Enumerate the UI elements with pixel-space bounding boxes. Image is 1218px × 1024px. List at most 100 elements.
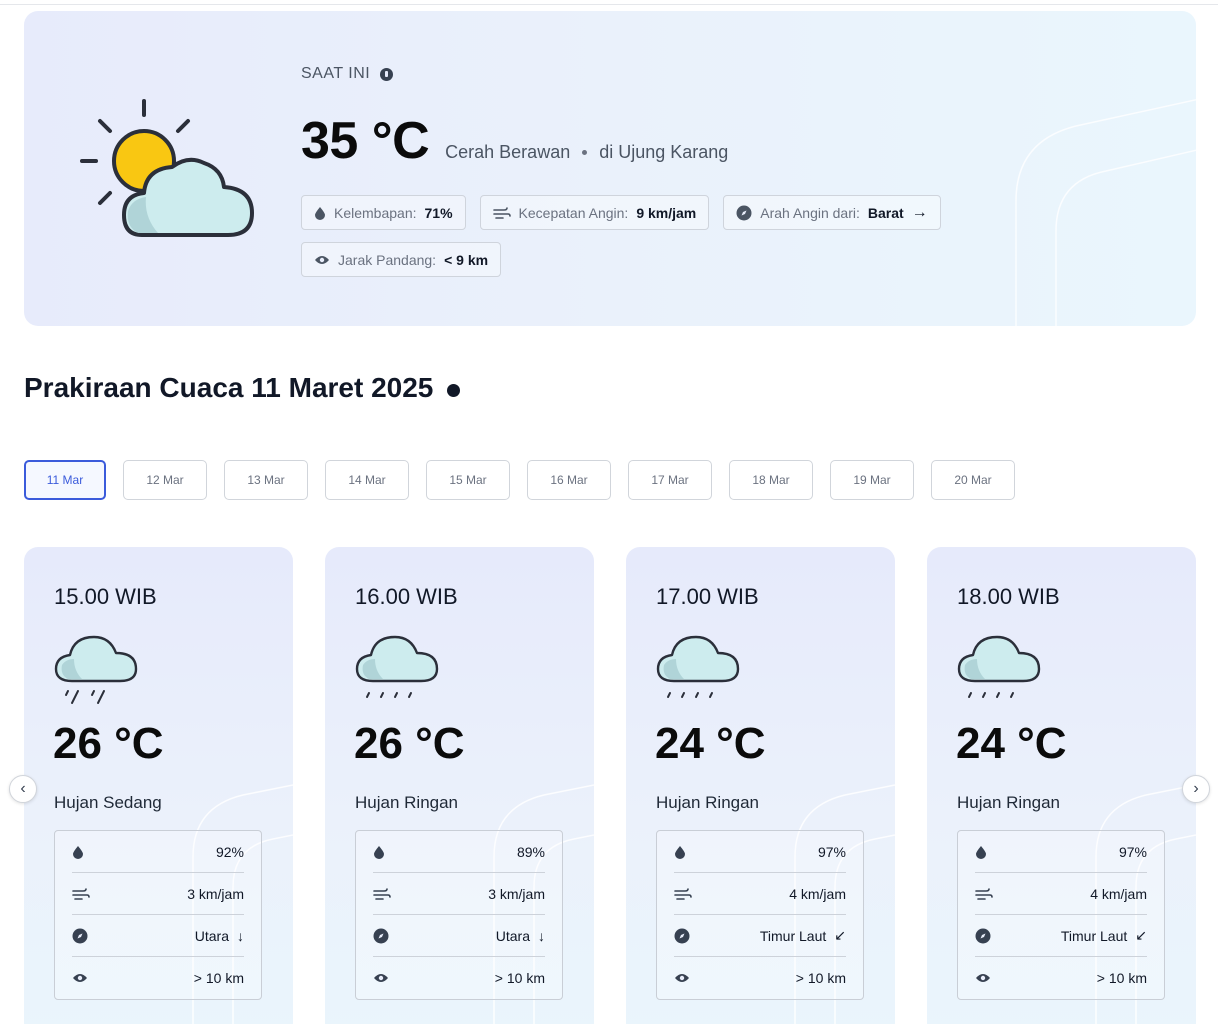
eye-icon: [73, 974, 87, 982]
eye-icon: [315, 255, 329, 264]
wind-speed-value: 3 km/jam: [488, 885, 545, 902]
forecast-cards: 15.00 WIB 26 °C Hujan Sedang 92% 3 km/ja…: [24, 547, 1196, 1024]
arrow-down-icon: ↓: [538, 927, 545, 944]
current-weather-panel: SAAT INI 35 °C Cerah Berawan di Ujung Kar…: [24, 11, 1196, 326]
date-tab[interactable]: 11 Mar: [24, 460, 106, 500]
date-tab[interactable]: 16 Mar: [527, 460, 611, 500]
forecast-condition: Hujan Ringan: [355, 793, 459, 812]
droplet-icon: [315, 206, 325, 220]
arrow-down-left-icon: ↙: [834, 927, 846, 943]
light-rain-cloud-icon: [957, 635, 1041, 698]
current-temperature: 35 °C: [301, 112, 430, 170]
wind-speed-row: 4 km/jam: [975, 873, 1147, 915]
wind-icon: [674, 887, 692, 900]
forecast-temperature: 24 °C: [655, 719, 766, 768]
current-label-text: SAAT INI: [301, 65, 371, 82]
compass-icon: [373, 928, 389, 943]
visibility-value: > 10 km: [193, 970, 244, 986]
forecast-time: 18.00 WIB: [957, 584, 1060, 609]
wind-icon: [492, 206, 511, 219]
droplet-icon: [73, 845, 83, 859]
wind-icon: [72, 887, 90, 900]
wind-speed-value: 9 km/jam: [636, 204, 697, 221]
wind-direction-row: Timur Laut ↙: [975, 915, 1147, 957]
wind-speed-value: 4 km/jam: [1090, 885, 1147, 902]
forecast-title-text: Prakiraan Cuaca 11 Maret 2025: [24, 372, 434, 403]
date-tab[interactable]: 18 Mar: [729, 460, 813, 500]
light-rain-cloud-icon: [355, 635, 439, 698]
current-temperature-row: 35 °C Cerah Berawan di Ujung Karang: [301, 111, 728, 171]
chevron-left-icon: ‹: [20, 780, 26, 797]
visibility-value: < 9 km: [444, 251, 489, 268]
humidity-value: 97%: [817, 843, 846, 860]
humidity-value: 92%: [215, 843, 244, 860]
current-condition-line: Cerah Berawan di Ujung Karang: [445, 142, 728, 163]
wind-direction-row: Utara ↓: [373, 915, 545, 957]
info-icon[interactable]: [447, 383, 461, 397]
current-location: di Ujung Karang: [599, 142, 729, 162]
forecast-details: 89% 3 km/jam Utara ↓ > 10 km: [355, 830, 563, 1000]
date-tab[interactable]: 12 Mar: [123, 460, 207, 500]
forecast-condition: Hujan Sedang: [54, 793, 162, 812]
forecast-condition: Hujan Ringan: [957, 793, 1061, 812]
wind-direction-value: Utara: [495, 927, 530, 944]
visibility-label: Jarak Pandang:: [338, 251, 437, 268]
forecast-card: 15.00 WIB 26 °C Hujan Sedang 92% 3 km/ja…: [24, 547, 293, 1024]
compass-icon: [674, 928, 690, 943]
compass-icon: [72, 928, 88, 943]
visibility-chip: Jarak Pandang: < 9 km: [301, 242, 502, 277]
forecast-details: 97% 4 km/jam Timur Laut ↙ > 10 km: [656, 830, 864, 1000]
forecast-time: 17.00 WIB: [656, 584, 759, 609]
wind-speed-row: 4 km/jam: [674, 873, 846, 915]
sun-cloud-icon: [80, 99, 254, 237]
forecast-card: 17.00 WIB 24 °C Hujan Ringan 97% 4 km/ja…: [626, 547, 895, 1024]
light-rain-cloud-icon: [656, 635, 740, 698]
forecast-temperature: 26 °C: [53, 719, 164, 768]
forecast-time: 15.00 WIB: [54, 584, 157, 609]
wind-direction-label: Arah Angin dari:: [760, 204, 860, 221]
visibility-value: > 10 km: [1096, 970, 1147, 986]
wind-icon: [975, 887, 993, 900]
visibility-row: > 10 km: [975, 957, 1147, 999]
humidity-row: 89%: [373, 831, 545, 873]
wind-speed-value: 3 km/jam: [187, 885, 244, 902]
wind-direction-row: Utara ↓: [72, 915, 244, 957]
wind-direction-value: Timur Laut: [1060, 927, 1128, 944]
date-tab[interactable]: 17 Mar: [628, 460, 712, 500]
humidity-chip: Kelembapan: 71%: [301, 195, 466, 230]
forecast-details: 97% 4 km/jam Timur Laut ↙ > 10 km: [957, 830, 1165, 1000]
carousel-prev-button[interactable]: ‹: [9, 775, 37, 803]
date-tabs: 11 Mar 12 Mar 13 Mar 14 Mar 15 Mar 16 Ma…: [24, 460, 1015, 500]
current-label: SAAT INI: [301, 65, 394, 83]
visibility-value: > 10 km: [494, 970, 545, 986]
date-tab[interactable]: 14 Mar: [325, 460, 409, 500]
droplet-icon: [675, 845, 685, 859]
humidity-value: 71%: [424, 204, 453, 221]
date-tab[interactable]: 13 Mar: [224, 460, 308, 500]
wind-direction-value: Utara: [194, 927, 229, 944]
humidity-value: 89%: [516, 843, 545, 860]
droplet-icon: [374, 845, 384, 859]
visibility-row: > 10 km: [373, 957, 545, 999]
compass-icon: [736, 205, 752, 220]
visibility-row: > 10 km: [674, 957, 846, 999]
humidity-row: 97%: [975, 831, 1147, 873]
visibility-row: > 10 km: [72, 957, 244, 999]
eye-icon: [976, 974, 990, 982]
date-tab[interactable]: 20 Mar: [931, 460, 1015, 500]
forecast-time: 16.00 WIB: [355, 584, 458, 609]
date-tab[interactable]: 15 Mar: [426, 460, 510, 500]
date-tab[interactable]: 19 Mar: [830, 460, 914, 500]
carousel-next-button[interactable]: ›: [1182, 775, 1210, 803]
forecast-condition: Hujan Ringan: [656, 793, 760, 812]
humidity-row: 97%: [674, 831, 846, 873]
arrow-right-icon: →: [911, 203, 928, 221]
droplet-icon: [976, 845, 986, 859]
current-details: Kelembapan: 71% Kecepatan Angin: 9 km/ja…: [301, 195, 1021, 277]
arrow-down-left-icon: ↙: [1135, 927, 1147, 943]
humidity-row: 92%: [72, 831, 244, 873]
info-icon[interactable]: [380, 67, 394, 81]
arrow-down-icon: ↓: [237, 927, 244, 944]
wind-speed-row: 3 km/jam: [72, 873, 244, 915]
wind-direction-row: Timur Laut ↙: [674, 915, 846, 957]
